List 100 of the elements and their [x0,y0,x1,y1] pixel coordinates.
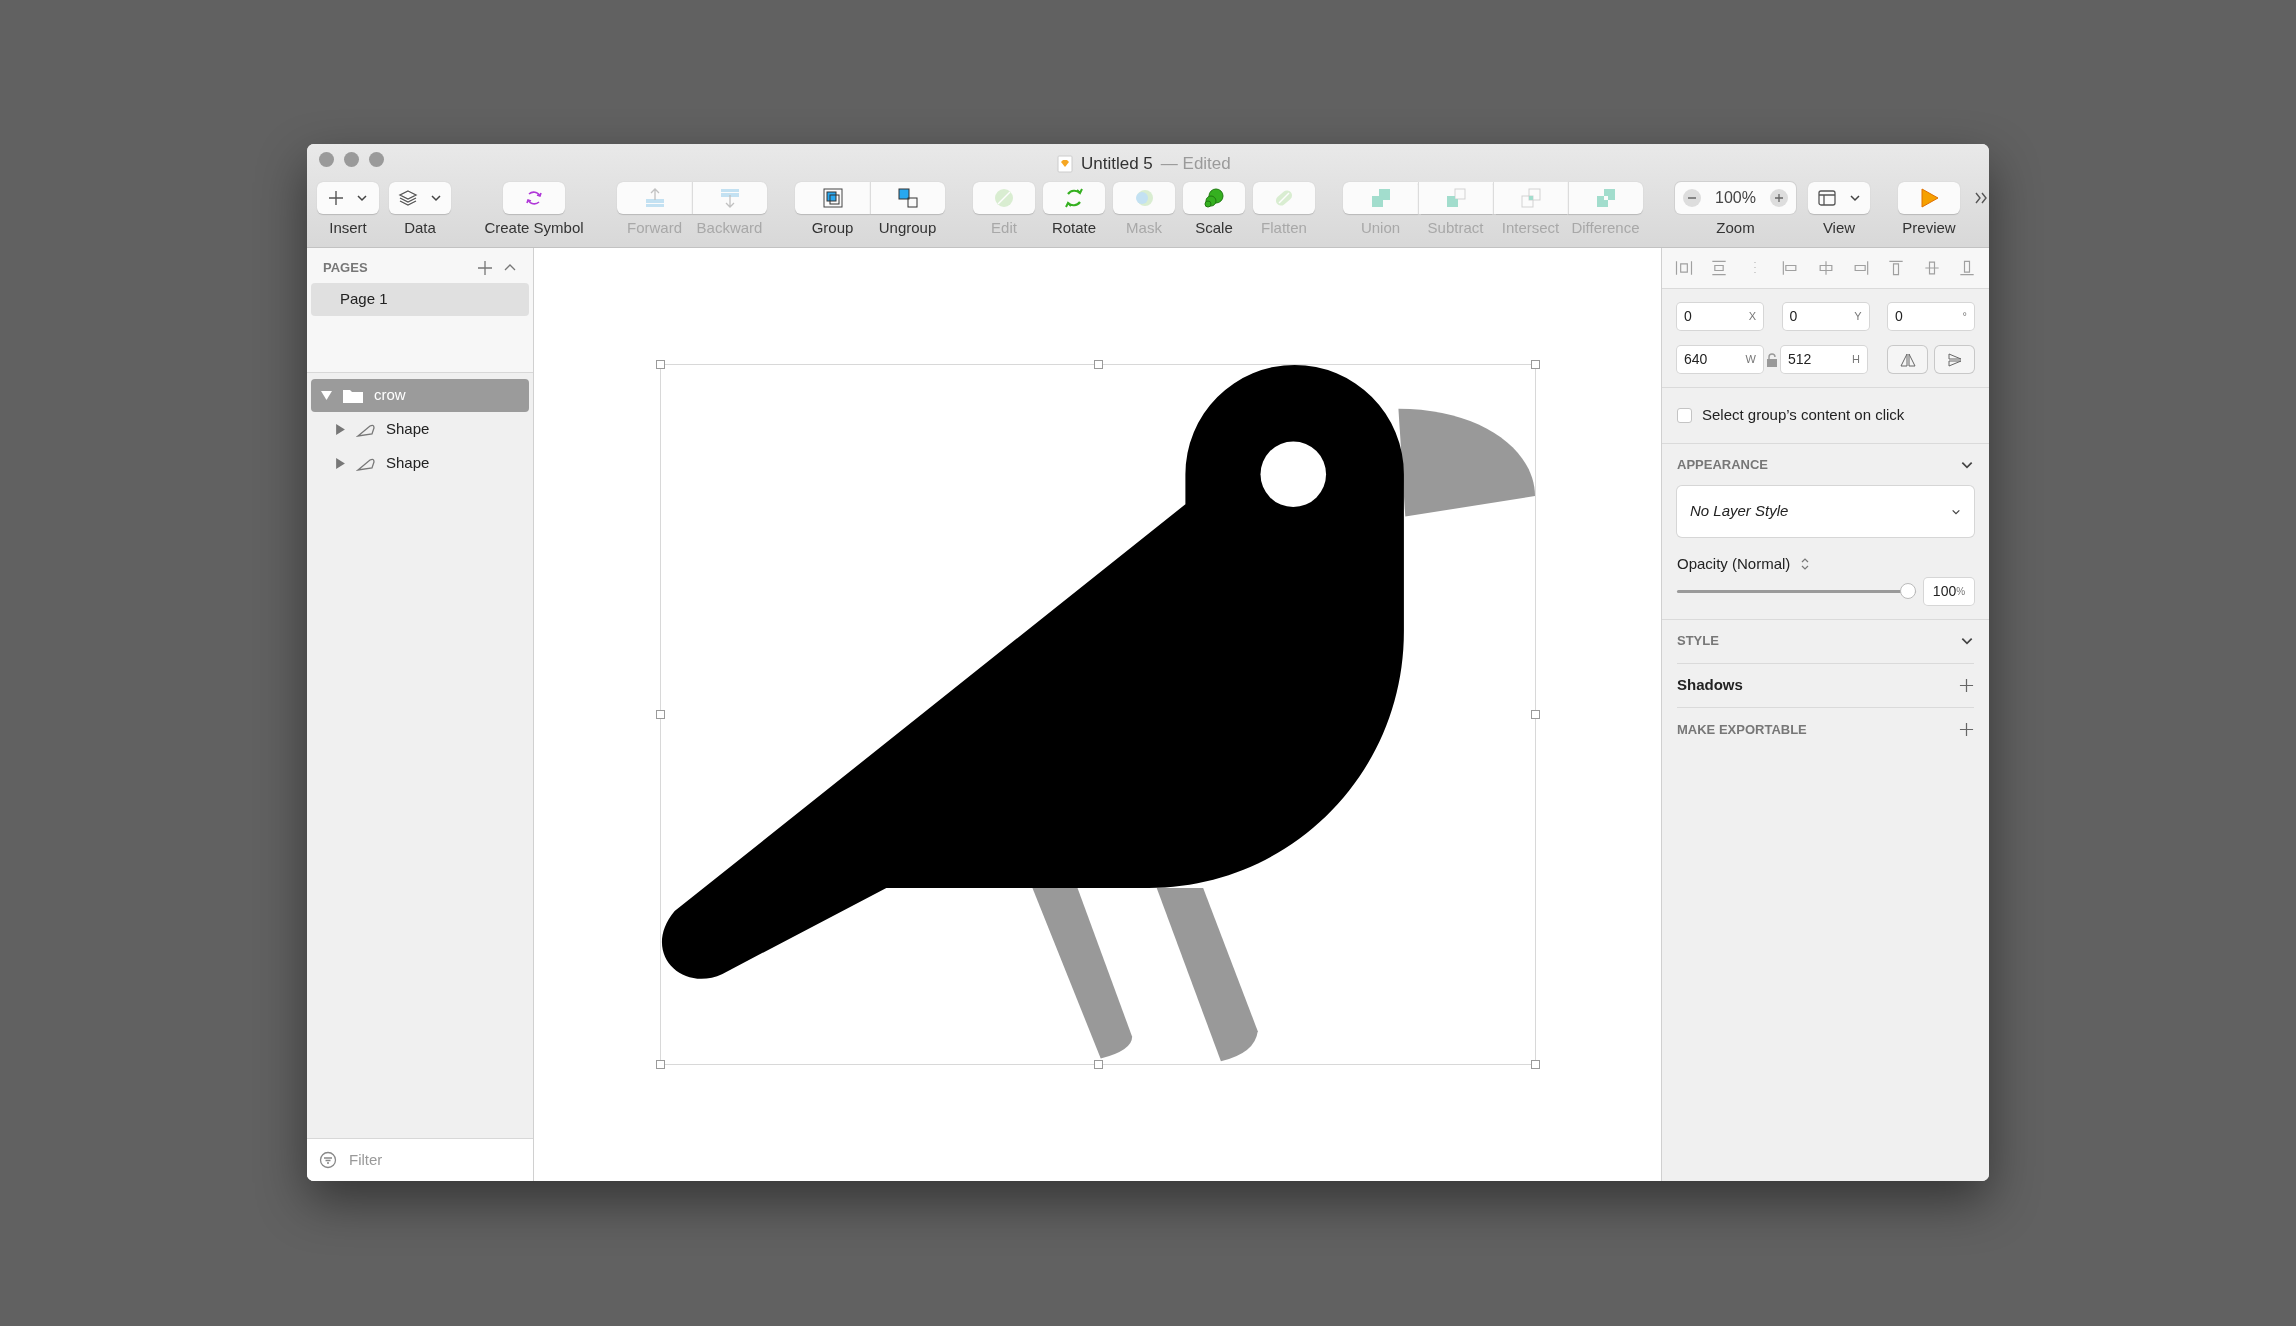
toolbar-label: Rotate [1051,220,1097,235]
dropdown-value: No Layer Style [1690,501,1789,522]
collapsed-triangle-icon[interactable] [335,424,346,435]
folder-icon [342,387,364,404]
zoom-value: 100% [1715,188,1756,208]
number-field[interactable]: 0 X [1677,303,1763,330]
layer-row[interactable]: Shape [311,413,529,446]
align-icon[interactable] [1957,258,1977,278]
zoom-control[interactable]: 100% [1675,182,1796,214]
expanded-triangle-icon[interactable] [321,390,332,401]
toolbar-label: Create Symbol [484,220,584,235]
toolbar-button[interactable] [389,182,451,214]
toolbar-label: Preview [1902,220,1956,235]
toolbar-button[interactable] [1183,182,1245,214]
number-field[interactable]: 512 H [1781,346,1867,373]
number-field[interactable]: 640 W [1677,346,1763,373]
layer-name: Shape [386,453,430,474]
field-value: 100 [1932,581,1957,601]
flip-vertical-button[interactable] [1935,346,1974,373]
section-heading: Shadows [1677,674,1743,695]
layer-style-dropdown[interactable]: No Layer Style [1677,486,1974,537]
plus-icon [328,190,344,206]
toolbar-label: View [1822,220,1856,235]
resize-handle[interactable] [1530,1060,1540,1069]
window-layout-icon [1817,188,1837,208]
toolbar-label: Zoom [1716,220,1755,235]
filter-input[interactable]: Filter [349,1148,533,1172]
opacity-label: Opacity (Normal) [1677,554,1791,574]
toolbar-label: Group [811,220,854,235]
close-button[interactable] [319,151,334,167]
number-field[interactable]: 0 ° [1888,303,1974,330]
page-item[interactable]: Page 1 [311,283,529,316]
plus-icon [1774,193,1784,203]
number-field[interactable]: 0 Y [1782,303,1869,330]
chevron-down-icon [356,192,368,204]
field-unit: X [1748,309,1756,325]
field-value: 0 [1789,307,1798,326]
checkbox[interactable] [1677,408,1692,423]
toolbar-label: Ungroup [878,220,937,235]
pages-heading: PAGES [323,259,368,278]
toolbar-button[interactable] [795,182,870,214]
toolbar-button[interactable] [317,182,379,214]
add-icon[interactable] [1959,677,1974,693]
resize-handle[interactable] [1093,1060,1103,1069]
edit-shape-icon [992,186,1016,210]
field-value: 0 [1895,307,1903,326]
layers-icon [398,188,418,208]
field-value: 512 [1788,350,1812,369]
zoom-out-button[interactable] [1683,189,1701,207]
chevron-down-icon [1849,192,1861,204]
field-value: 640 [1684,350,1708,369]
window-title: Untitled 5 [1081,153,1153,175]
document-icon [1057,154,1073,173]
opacity-slider[interactable] [1677,581,1916,601]
add-page-icon[interactable] [477,260,493,276]
align-icon[interactable] [1674,258,1694,278]
checkbox-label: Select group’s content on click [1702,405,1905,426]
collapsed-triangle-icon[interactable] [335,458,346,469]
subtract-squares-icon [1444,186,1468,210]
toolbar-button[interactable] [1898,182,1960,214]
opacity-field[interactable]: 100% [1924,577,1974,605]
slider-thumb[interactable] [1900,583,1916,599]
edited-status: — Edited [1160,153,1231,175]
toolbar-button[interactable] [503,182,565,214]
flip-vertical-icon [1946,351,1963,368]
resize-handle[interactable] [1530,360,1540,369]
more-chevrons-icon[interactable] [1974,191,1988,205]
field-unit: H [1852,352,1860,368]
stepper-icon[interactable] [1800,557,1811,572]
difference-squares-icon [1594,186,1618,210]
add-icon[interactable] [1959,722,1974,737]
layer-name: crow [374,385,406,406]
minimize-button[interactable] [344,151,359,167]
field-unit: % [1956,584,1966,599]
resize-handle[interactable] [1530,710,1540,719]
toolbar-button[interactable] [1043,182,1105,214]
zoom-window-button[interactable] [369,151,384,167]
section-heading: MAKE EXPORTABLE [1677,720,1807,739]
resize-handle[interactable] [655,710,665,719]
resize-handle[interactable] [655,1060,665,1069]
layer-row[interactable]: Shape [311,447,529,480]
resize-handle[interactable] [655,360,665,369]
flip-horizontal-button[interactable] [1888,346,1927,373]
toolbar-button[interactable] [870,182,945,214]
toolbar-label: Data [404,220,436,235]
layer-name: Shape [386,419,430,440]
resize-handle[interactable] [1093,360,1103,369]
ungroup-squares-icon [896,186,920,210]
rotate-arrows-icon [1062,186,1086,210]
field-unit: Y [1854,309,1862,325]
circular-arrows-icon [524,188,544,208]
section-heading: STYLE [1677,632,1719,651]
unlocked-icon[interactable] [1766,352,1778,367]
toolbar-button[interactable] [1808,182,1870,214]
intersect-squares-icon [1519,186,1543,210]
field-value: 0 [1684,307,1692,326]
toolbar-label: Scale [1195,220,1233,235]
zoom-in-button[interactable] [1770,189,1788,207]
filter-field[interactable]: Filter [307,1138,533,1181]
flip-horizontal-icon [1899,351,1916,368]
